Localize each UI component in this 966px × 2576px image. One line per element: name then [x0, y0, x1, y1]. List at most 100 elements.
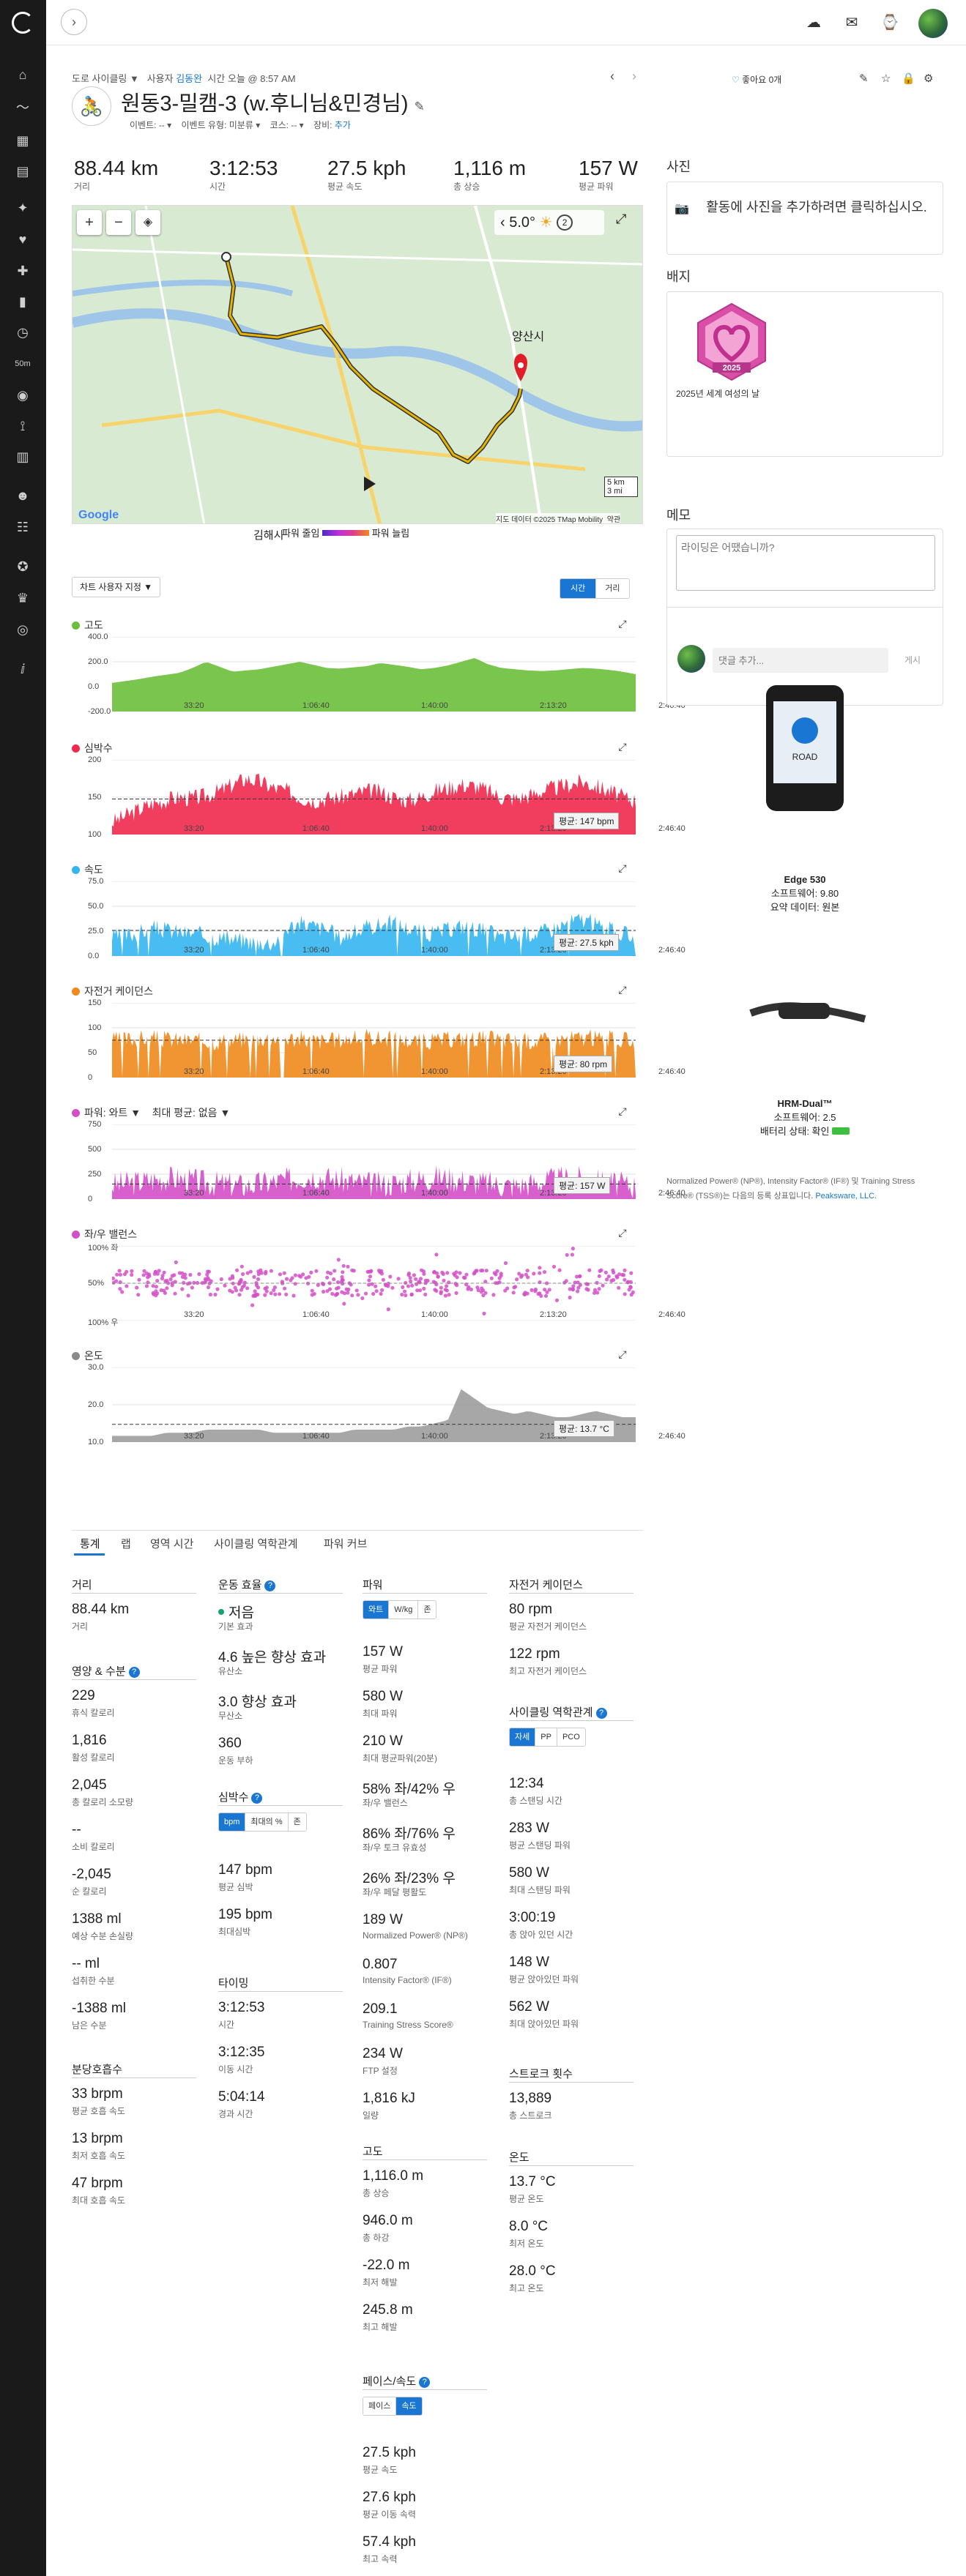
cycling-dynamics-toggle[interactable]: 자세 PP PCO [509, 1728, 586, 1747]
tab-cycling-dynamics[interactable]: 사이클링 역학관계 [214, 1536, 298, 1551]
toggle-time[interactable]: 시간 [560, 579, 597, 598]
expand-chart-icon[interactable]: ⤢ [617, 862, 628, 874]
expand-chart-icon[interactable]: ⤢ [617, 1227, 628, 1239]
chart-title[interactable]: 파워: 와트 ▼ 최대 평균: 없음 ▼ [72, 1105, 230, 1120]
comment-input[interactable] [713, 648, 888, 673]
activity-type-dropdown[interactable]: 도로 사이클링 ▼ [72, 73, 139, 84]
health-icon[interactable]: ♥ [14, 231, 31, 248]
garmin-logo-icon[interactable] [12, 12, 34, 34]
next-activity-icon[interactable]: › [632, 69, 636, 84]
expand-chart-icon[interactable]: ⤢ [617, 741, 628, 753]
route-map[interactable]: + − ◈ ‹ 5.0° ☀ 2 ⤢ 양산시 5 km 3 mi Google 지… [72, 205, 643, 524]
layers-icon[interactable]: ◈ [135, 210, 160, 235]
zoom-out-button[interactable]: − [106, 210, 131, 235]
tab-stats[interactable]: 통계 [80, 1536, 100, 1551]
charts-icon[interactable]: ▥ [14, 448, 31, 466]
info-icon[interactable]: ? [128, 1667, 140, 1678]
event-dropdown[interactable]: -- [159, 120, 165, 130]
cycling-dynamics-option[interactable]: PCO [557, 1728, 585, 1746]
inbox-icon[interactable]: ✉ [842, 13, 861, 32]
device-watch-icon[interactable]: ⌚ [880, 13, 899, 32]
fullscreen-icon[interactable]: ⤢ [616, 212, 626, 227]
customize-chart-button[interactable]: 차트 사용자 지정 ▼ [72, 577, 161, 597]
prev-activity-icon[interactable]: ‹ [610, 69, 614, 84]
cycling-dynamics-option[interactable]: 자세 [510, 1728, 536, 1746]
chart-heart[interactable]: 심박수⤢20015010033:201:06:401:40:002:13:202… [72, 741, 686, 862]
location-icon[interactable]: ◉ [14, 387, 31, 404]
chart-balance[interactable]: 좌/우 밸런스 ⤢ 100% 좌 50% 100% 우 33:20 1:06:40 1:40:… [72, 1227, 686, 1348]
avatar[interactable] [918, 9, 948, 38]
heart-rate-option[interactable]: bpm [219, 1813, 246, 1831]
connections-icon[interactable]: ☻ [14, 487, 31, 504]
time-distance-toggle[interactable]: 시간 거리 [560, 578, 630, 599]
star-icon[interactable]: ☆ [881, 72, 891, 85]
lock-icon[interactable]: 🔒 [902, 72, 915, 85]
chart-cadence[interactable]: 자전거 케이던스⤢15010050033:201:06:401:40:002:1… [72, 984, 686, 1105]
chart-title[interactable]: 심박수 [72, 741, 113, 755]
chart-speed[interactable]: 속도⤢75.050.025.00.033:201:06:401:40:002:1… [72, 862, 686, 984]
course-dropdown[interactable]: -- [291, 120, 297, 130]
trophy-icon[interactable]: ♛ [14, 589, 31, 607]
power-option[interactable]: 와트 [363, 1601, 390, 1619]
expand-chart-icon[interactable]: ⤢ [617, 984, 628, 996]
tab-time-in-zone[interactable]: 영역 시간 [150, 1536, 193, 1551]
like-button[interactable]: ♡ 좋아요 0개 [732, 73, 781, 86]
chart-elevation[interactable]: 고도 ⤢ 400.0 200.0 0.0 -200.0 33:20 1:06:40 1:40:0… [72, 618, 686, 739]
segments-icon[interactable]: ⟟ [14, 417, 31, 435]
tab-laps[interactable]: 랩 [121, 1536, 131, 1551]
expand-sidebar-button[interactable]: › [61, 9, 87, 35]
terms-link[interactable]: 약관 [607, 516, 620, 523]
heart-rate-option[interactable]: 존 [288, 1813, 306, 1831]
info-icon[interactable]: ? [595, 1708, 607, 1719]
device2-name[interactable]: HRM-Dual™ [666, 1097, 943, 1110]
zoom-in-button[interactable]: + [77, 210, 102, 235]
power-option[interactable]: W/kg [389, 1601, 419, 1619]
toggle-distance[interactable]: 거리 [596, 579, 629, 598]
badge-womens-day-icon[interactable]: 2025 [696, 302, 767, 381]
badges-icon[interactable]: ✪ [14, 558, 31, 575]
expand-chart-icon[interactable]: ⤢ [617, 1348, 628, 1360]
performance-icon[interactable]: 50m [14, 355, 31, 373]
upload-icon[interactable]: ☁ [804, 13, 823, 32]
challenges-icon[interactable]: ◎ [14, 621, 31, 638]
pace-speed-option[interactable]: 속도 [396, 2397, 422, 2415]
notes-textarea[interactable] [676, 535, 935, 591]
settings-gear-icon[interactable]: ⚙ [924, 72, 933, 85]
prev-icon[interactable]: ‹ [500, 214, 505, 231]
heart-rate-option[interactable]: 최대의 % [245, 1813, 289, 1831]
chart-title[interactable]: 속도 [72, 862, 103, 877]
activities-icon[interactable]: ✦ [14, 199, 31, 217]
news-icon[interactable]: ▤ [14, 163, 31, 180]
info-icon[interactable]: ? [419, 2377, 431, 2388]
pace-speed-toggle[interactable]: 페이스 속도 [363, 2397, 423, 2416]
home-icon[interactable]: ⌂ [14, 66, 31, 83]
peaksware-link[interactable]: Peaksware, LLC. [815, 1192, 877, 1201]
max-avg-dropdown[interactable]: 최대 평균: 없음 ▼ [152, 1107, 231, 1119]
chart-temperature[interactable]: 온도⤢30.020.010.033:201:06:401:40:002:13:2… [72, 1348, 686, 1470]
edit-title-icon[interactable]: ✎ [415, 100, 425, 113]
map-count-badge[interactable]: 2 [557, 214, 573, 231]
activity-stats-icon[interactable]: 〜 [14, 99, 31, 116]
expand-chart-icon[interactable]: ⤢ [617, 618, 628, 630]
power-toggle[interactable]: 와트 W/kg 존 [363, 1600, 437, 1619]
training-icon[interactable]: ✚ [14, 262, 31, 280]
chart-title[interactable]: 온도 [72, 1348, 103, 1363]
expand-chart-icon[interactable]: ⤢ [617, 1105, 628, 1117]
chart-power[interactable]: 파워: 와트 ▼ 최대 평균: 없음 ▼ ⤢ 750 500 250 0 33:20 1:06… [72, 1105, 686, 1227]
heart-rate-toggle[interactable]: bpm 최대의 % 존 [218, 1812, 307, 1832]
stopwatch-icon[interactable]: ◷ [14, 324, 31, 341]
post-comment-button[interactable]: 게시 [904, 654, 921, 666]
power-option[interactable]: 존 [418, 1601, 436, 1619]
groups-icon[interactable]: ☷ [14, 518, 31, 536]
activity-title[interactable]: 원동3-밀캠-3 (w.후니님&민경님) ✎ [121, 86, 425, 117]
device1-name[interactable]: Edge 530 [666, 873, 943, 886]
chart-title[interactable]: 자전거 케이던스 [72, 984, 153, 998]
tab-power-curve[interactable]: 파워 커브 [324, 1536, 367, 1551]
edit-icon[interactable]: ✎ [859, 72, 869, 85]
add-photo-card[interactable]: 📷 활동에 사진을 추가하려면 클릭하십시오. [666, 182, 943, 255]
event-type-dropdown[interactable]: 미분류 [229, 120, 253, 130]
calendar-icon[interactable]: ▦ [14, 132, 31, 149]
info-icon[interactable]: ? [251, 1793, 263, 1804]
chart-title[interactable]: 좌/우 밸런스 [72, 1227, 137, 1242]
info-icon[interactable]: ⅈ [14, 660, 31, 678]
